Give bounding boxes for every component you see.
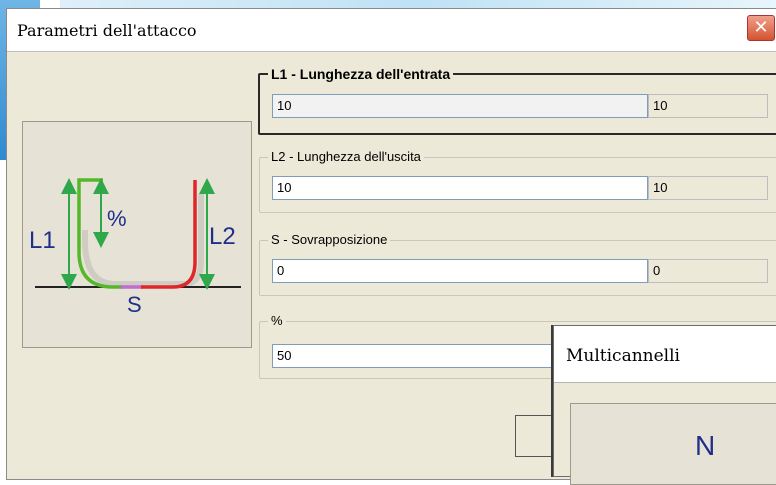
dialog-title: Parametri dell'attacco <box>17 21 197 40</box>
multicannelli-title: Multicannelli <box>566 346 680 366</box>
exit-path <box>141 180 197 289</box>
label-s: S <box>127 292 142 317</box>
overlap-label: S - Sovrapposizione <box>268 232 391 247</box>
lead-in-diagram: L1 % L2 S <box>29 178 241 317</box>
label-l1: L1 <box>29 227 56 254</box>
percent-label: % <box>268 313 286 328</box>
exit-length-label: L2 - Lunghezza dell'uscita <box>268 149 424 164</box>
overlap-readout: 0 <box>648 259 768 283</box>
overlap-input[interactable]: 0 <box>272 259 648 283</box>
overlap-group: S - Sovrapposizione 0 0 <box>259 232 776 296</box>
exit-length-readout: 10 <box>648 176 768 200</box>
label-l2: L2 <box>209 223 236 250</box>
entry-length-group: L1 - Lunghezza dell'entrata 10 10 <box>258 66 776 135</box>
multicannelli-panel <box>570 403 776 485</box>
label-percent: % <box>107 206 127 231</box>
exit-length-group: L2 - Lunghezza dell'uscita 10 10 <box>259 149 776 213</box>
close-button[interactable]: ✕ <box>747 15 775 41</box>
dialog-titlebar[interactable]: Parametri dell'attacco ✕ <box>7 9 776 52</box>
entry-length-label: L1 - Lunghezza dell'entrata <box>268 66 454 82</box>
multicannelli-titlebar[interactable]: Multicannelli <box>554 326 776 383</box>
entry-length-readout: 10 <box>648 94 768 118</box>
close-icon: ✕ <box>753 17 769 38</box>
exit-length-input[interactable]: 10 <box>272 176 648 200</box>
lead-in-illustration: L1 % L2 S <box>22 121 252 348</box>
entry-length-input[interactable]: 10 <box>272 94 648 118</box>
path-shadow <box>82 194 204 287</box>
multicannelli-n-label: N <box>695 430 716 461</box>
multicannelli-window: Multicannelli <box>553 325 776 485</box>
